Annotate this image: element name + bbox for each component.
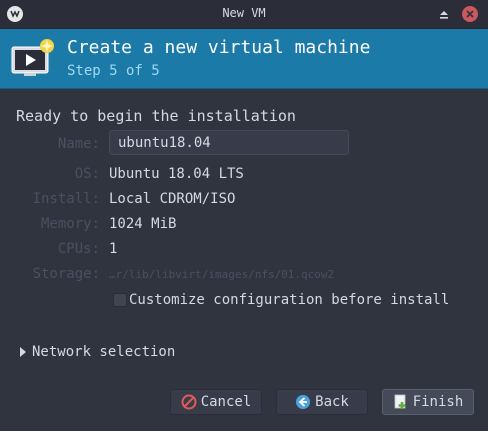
cancel-label: Cancel xyxy=(200,394,252,410)
wizard-header: Create a new virtual machine Step 5 of 5 xyxy=(0,29,488,89)
install-label: Install: xyxy=(32,191,100,207)
chevron-right-icon xyxy=(20,347,26,357)
wizard-title: Create a new virtual machine xyxy=(67,37,371,58)
finish-button[interactable]: Finish xyxy=(382,389,474,415)
summary-heading: Ready to begin the installation xyxy=(16,107,296,125)
back-button[interactable]: Back xyxy=(276,389,368,415)
title-bar: New VM xyxy=(0,0,488,29)
storage-value: …r/lib/libvirt/images/nfs/01.qcow2 xyxy=(109,268,335,281)
finish-label: Finish xyxy=(412,394,464,410)
memory-value: 1024 MiB xyxy=(109,216,177,232)
customize-checkbox[interactable] xyxy=(113,293,127,307)
network-selection-expander[interactable]: Network selection xyxy=(20,344,175,360)
cancel-icon xyxy=(181,394,197,410)
storage-label: Storage: xyxy=(32,266,100,282)
back-label: Back xyxy=(315,394,349,410)
cpus-label: CPUs: xyxy=(57,241,100,257)
virtual-machine-icon xyxy=(11,39,54,76)
network-selection-label: Network selection xyxy=(32,344,176,360)
wizard-step: Step 5 of 5 xyxy=(67,63,160,79)
customize-label[interactable]: Customize configuration before install xyxy=(129,292,449,308)
install-value: Local CDROM/ISO xyxy=(109,191,236,207)
os-label: OS: xyxy=(74,166,100,182)
vm-name-field[interactable]: ubuntu18.04 xyxy=(109,130,349,155)
os-value: Ubuntu 18.04 LTS xyxy=(109,166,244,182)
close-icon[interactable] xyxy=(462,6,478,22)
back-arrow-icon xyxy=(296,395,311,409)
window-title: New VM xyxy=(222,6,266,20)
name-label: Name: xyxy=(57,136,100,152)
memory-label: Memory: xyxy=(40,216,100,232)
finish-icon xyxy=(394,394,406,409)
cpus-value: 1 xyxy=(109,241,118,257)
cancel-button[interactable]: Cancel xyxy=(170,389,262,415)
maximize-icon[interactable] xyxy=(436,6,452,22)
